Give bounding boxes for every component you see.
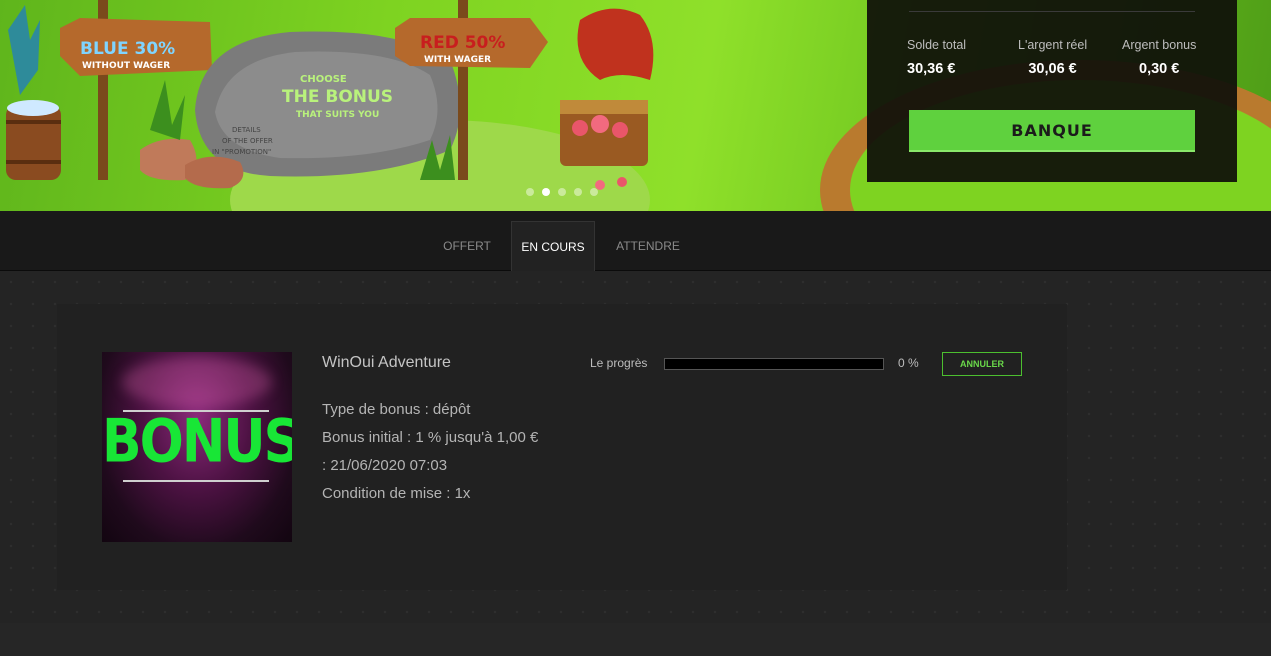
real-money-value: 30,06 € <box>1028 61 1077 77</box>
bonus-card: BONUS WinOui Adventure Type de bonus : d… <box>57 304 1067 590</box>
image-glow <box>122 357 272 407</box>
stone-line-1: CHOOSE <box>300 74 347 85</box>
slide-dot[interactable] <box>574 188 582 196</box>
tab-in-progress[interactable]: EN COURS <box>511 221 595 272</box>
details-line-1: DETAILS <box>232 126 261 134</box>
bonus-image: BONUS <box>102 352 292 542</box>
image-bottom-line <box>123 480 269 482</box>
divider <box>909 11 1195 12</box>
banner-artwork: BLUE 30% WITHOUT WAGER RED 50% WITH WAGE… <box>6 0 654 190</box>
offer-title: WinOui Adventure <box>322 354 451 371</box>
tab-offered[interactable]: OFFERT <box>432 221 502 271</box>
bonus-money-value: 0,30 € <box>1139 61 1180 77</box>
offer-type: Type de bonus : dépôt <box>322 401 471 418</box>
total-balance-value: 30,36 € <box>907 61 956 77</box>
slide-dot[interactable] <box>542 188 550 196</box>
bank-button[interactable]: BANQUE <box>909 110 1195 152</box>
offer-initial-bonus: Bonus initial : 1 % jusqu'à 1,00 € <box>322 429 539 446</box>
slide-indicator[interactable] <box>526 188 598 196</box>
details-line-3: IN "PROMOTION" <box>212 148 271 156</box>
offer-date: : 21/06/2020 07:03 <box>322 457 448 474</box>
cancel-button[interactable]: ANNULER <box>942 352 1022 376</box>
total-balance-label: Solde total <box>907 38 967 52</box>
progress-bar <box>664 358 884 370</box>
tab-waiting[interactable]: ATTENDRE <box>606 221 690 271</box>
red-sign-text: RED 50% <box>420 33 505 53</box>
slide-dot[interactable] <box>526 188 534 196</box>
stone-line-3: THAT SUITS YOU <box>296 110 379 120</box>
offer-wager: Condition de mise : 1x <box>322 485 471 502</box>
balance-panel: Solde total 30,36 € L'argent réel 30,06 … <box>867 0 1237 182</box>
progress-percent: 0 % <box>898 356 919 370</box>
bonus-image-text: BONUS <box>102 407 292 477</box>
details-line-2: OF THE OFFER <box>222 137 273 145</box>
red-sign-subtext: WITH WAGER <box>424 55 491 65</box>
total-balance: Solde total 30,36 € <box>907 38 966 77</box>
footer-strip <box>0 623 1271 656</box>
slide-dot[interactable] <box>590 188 598 196</box>
real-money: L'argent réel 30,06 € <box>1018 38 1087 77</box>
bonus-tabs: OFFERT EN COURS ATTENDRE <box>0 211 1271 272</box>
progress-label: Le progrès <box>590 356 648 370</box>
real-money-label: L'argent réel <box>1018 38 1088 52</box>
blue-sign-subtext: WITHOUT WAGER <box>82 61 170 71</box>
stone-line-2: THE BONUS <box>282 87 393 107</box>
blue-sign-text: BLUE 30% <box>80 39 175 59</box>
slide-dot[interactable] <box>558 188 566 196</box>
bonus-money: Argent bonus 0,30 € <box>1122 38 1196 77</box>
bonus-money-label: Argent bonus <box>1122 38 1197 52</box>
